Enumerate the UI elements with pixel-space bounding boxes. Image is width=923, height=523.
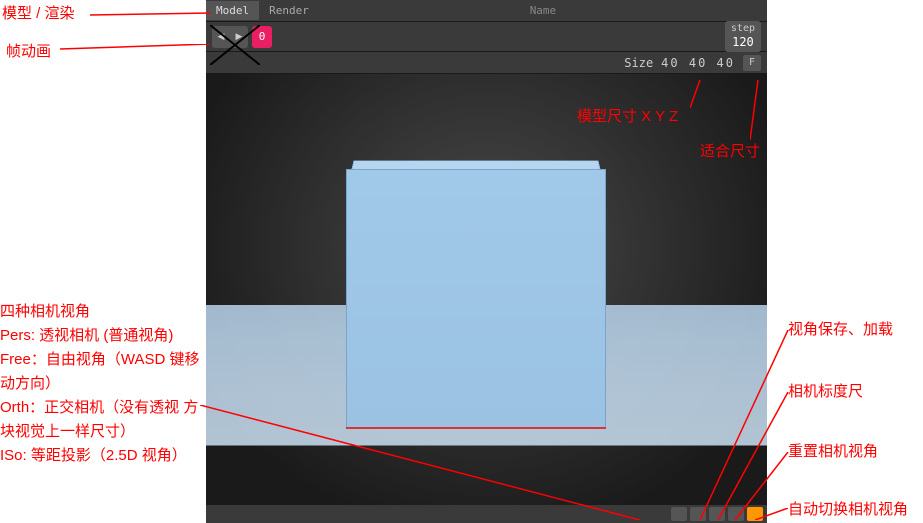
anno-auto-switch: 自动切换相机视角 [788, 498, 908, 519]
size-label: Size [624, 56, 653, 70]
anno-size-xyz: 模型尺寸 X Y Z [577, 105, 678, 126]
camera-mode-icon[interactable] [671, 507, 687, 521]
anno-frame-anim: 帧动画 [6, 40, 51, 61]
tab-render[interactable]: Render [259, 1, 319, 20]
anno-camera-modes: 四种相机视角 Pers: 透视相机 (普通视角) Free：自由视角（WASD … [0, 300, 205, 468]
tab-bar: Model Render Name [206, 0, 767, 22]
fit-button[interactable]: F [743, 55, 761, 71]
tab-name-label: Name [319, 4, 767, 17]
size-values[interactable]: 40 40 40 [661, 56, 735, 70]
frame-prev-button[interactable]: ◀ [212, 26, 230, 48]
anno-fit-size: 适合尺寸 [700, 140, 760, 161]
frame-bar: ◀ ▶ 0 step 120 [206, 22, 767, 52]
size-bar: Size 40 40 40 F [206, 52, 767, 74]
step-value: 120 [731, 35, 755, 49]
frame-next-button[interactable]: ▶ [230, 26, 248, 48]
model-cube [346, 169, 606, 429]
step-label: step [731, 23, 755, 35]
tab-model[interactable]: Model [206, 1, 259, 20]
frame-number[interactable]: 0 [252, 26, 272, 48]
anno-reset-camera: 重置相机视角 [788, 440, 878, 461]
step-box[interactable]: step 120 [725, 21, 761, 51]
anno-view-save: 视角保存、加载 [788, 318, 893, 339]
frame-nav: ◀ ▶ [212, 26, 248, 48]
anno-camera-scale: 相机标度尺 [788, 380, 863, 401]
anno-model-render: 模型 / 渲染 [2, 2, 75, 23]
